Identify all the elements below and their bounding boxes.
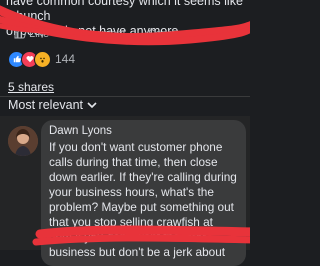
comment-author[interactable]: Dawn Lyons [49, 125, 238, 137]
red-redaction-scribble [0, 5, 250, 46]
red-redaction-scribble-bottom [32, 225, 250, 246]
avatar[interactable] [8, 126, 38, 156]
chevron-down-icon [87, 98, 97, 112]
sort-label: Most relevant [8, 98, 84, 112]
divider [0, 96, 250, 97]
comment-sort-dropdown[interactable]: Most relevant [8, 98, 97, 112]
reactions-summary[interactable]: 144 [8, 50, 75, 68]
wow-icon [34, 50, 51, 68]
shares-link[interactable]: 5 shares [8, 80, 54, 94]
reaction-count: 144 [55, 52, 76, 66]
